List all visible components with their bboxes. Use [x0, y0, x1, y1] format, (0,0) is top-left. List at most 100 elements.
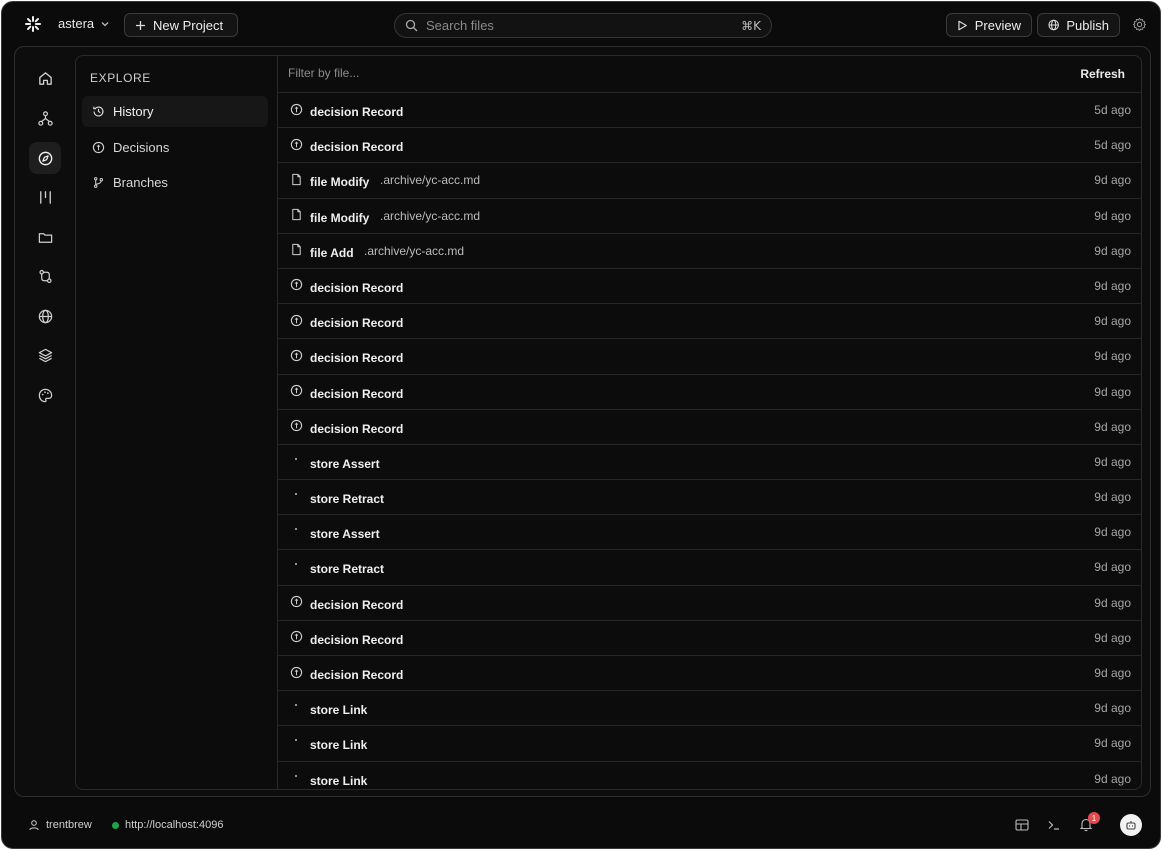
event-time: 9d ago	[1094, 736, 1131, 751]
event-time: 5d ago	[1094, 138, 1131, 153]
decision-icon	[289, 102, 303, 116]
nav-item-branches[interactable]: Branches	[82, 167, 268, 198]
history-row[interactable]: decision Record 9d ago	[278, 339, 1141, 375]
refresh-button[interactable]: Refresh	[1080, 67, 1125, 81]
assistant-button[interactable]	[1120, 814, 1142, 836]
play-icon	[958, 20, 967, 30]
file-icon	[289, 243, 303, 257]
explore-title: EXPLORE	[90, 71, 151, 85]
event-time: 9d ago	[1094, 243, 1131, 258]
event-time: 9d ago	[1094, 701, 1131, 716]
event-time: 9d ago	[1094, 490, 1131, 505]
project-switcher[interactable]: astera	[58, 16, 110, 31]
decision-icon	[289, 348, 303, 362]
search-input[interactable]	[426, 18, 734, 33]
dot-icon	[289, 771, 303, 785]
rail-git[interactable]	[29, 260, 61, 292]
rail-columns[interactable]	[29, 181, 61, 213]
new-project-button[interactable]: New Project	[124, 13, 238, 37]
history-row[interactable]: store Assert 9d ago	[278, 515, 1141, 551]
history-row[interactable]: decision Record 9d ago	[278, 410, 1141, 445]
new-project-label: New Project	[153, 17, 224, 33]
history-row[interactable]: store Retract 9d ago	[278, 550, 1141, 586]
gear-icon[interactable]	[1132, 17, 1147, 32]
history-row[interactable]: store Link 9d ago	[278, 726, 1141, 762]
decision-icon	[92, 141, 105, 154]
event-kind: decision Record	[310, 668, 404, 682]
history-row[interactable]: store Assert 9d ago	[278, 445, 1141, 481]
username: trentbrew	[46, 819, 92, 831]
history-row[interactable]: file Modify .archive/yc-acc.md 9d ago	[278, 199, 1141, 234]
app-logo-icon[interactable]	[24, 15, 42, 33]
plus-icon	[136, 20, 145, 30]
history-row[interactable]: decision Record 9d ago	[278, 656, 1141, 692]
decision-icon	[289, 419, 303, 433]
decision-icon	[289, 630, 303, 644]
file-icon	[289, 172, 303, 186]
file-filter-input[interactable]	[288, 66, 688, 80]
rail-home[interactable]	[29, 62, 61, 94]
event-kind: decision Record	[310, 597, 404, 612]
server-status-dot	[112, 821, 119, 829]
decision-icon	[289, 137, 303, 151]
terminal-icon[interactable]	[1046, 817, 1062, 833]
history-panel: Refresh decision Record5d agodecision Re…	[277, 55, 1142, 790]
history-row[interactable]: decision Record 9d ago	[278, 269, 1141, 305]
explore-sidebar: EXPLORE History Decisions Branches	[75, 55, 277, 790]
history-row[interactable]: decision Record 9d ago	[278, 586, 1141, 621]
history-row[interactable]: decision Record 9d ago	[278, 375, 1141, 410]
history-row[interactable]: store Link 9d ago	[278, 762, 1141, 789]
nav-item-label: History	[113, 104, 154, 119]
event-kind: decision Record	[310, 421, 404, 436]
decision-icon	[289, 313, 303, 327]
dot-icon	[289, 735, 303, 749]
chevron-down-icon	[101, 21, 109, 26]
history-row[interactable]: store Retract 9d ago	[278, 480, 1141, 516]
nav-item-label: Branches	[113, 175, 168, 190]
rail-web[interactable]	[29, 300, 61, 332]
event-time: 9d ago	[1094, 384, 1131, 399]
nav-item-history[interactable]: History	[82, 96, 268, 127]
history-row[interactable]: decision Record 9d ago	[278, 621, 1141, 656]
event-time: 9d ago	[1094, 525, 1131, 540]
file-icon	[289, 208, 303, 222]
event-kind: store Retract	[310, 562, 385, 577]
git-compare-icon	[38, 269, 52, 283]
palette-icon	[38, 388, 52, 402]
dot-icon	[289, 700, 303, 714]
preview-label: Preview	[974, 17, 1021, 33]
history-row[interactable]: file Modify .archive/yc-acc.md 9d ago	[278, 163, 1141, 199]
folder-icon	[38, 232, 52, 243]
history-row[interactable]: decision Record 5d ago	[278, 128, 1141, 164]
search-bar[interactable]: ⌘K	[394, 13, 772, 38]
layout-panel-icon[interactable]	[1014, 817, 1030, 833]
preview-button[interactable]: Preview	[946, 13, 1032, 37]
event-time: 9d ago	[1094, 630, 1131, 645]
history-row[interactable]: file Add .archive/yc-acc.md 9d ago	[278, 234, 1141, 269]
notifications-button[interactable]: 1	[1078, 812, 1100, 834]
history-row[interactable]: store Link 9d ago	[278, 691, 1141, 727]
rail-layers[interactable]	[29, 339, 61, 371]
file-path: .archive/yc-acc.md	[380, 208, 481, 223]
event-kind: decision Record	[310, 316, 404, 331]
server-indicator[interactable]: http://localhost:4096	[112, 819, 223, 831]
history-row[interactable]: decision Record 5d ago	[278, 93, 1141, 129]
user-indicator[interactable]: trentbrew	[28, 819, 92, 831]
event-kind: store Assert	[310, 456, 380, 471]
publish-button[interactable]: Publish	[1037, 13, 1120, 37]
event-time: 9d ago	[1094, 454, 1131, 469]
rail-theme[interactable]	[29, 379, 61, 411]
event-time: 9d ago	[1094, 349, 1131, 364]
globe-icon	[1048, 19, 1059, 31]
event-kind: decision Record	[310, 105, 404, 119]
rail-explore[interactable]	[29, 142, 61, 174]
rail-graph[interactable]	[29, 102, 61, 134]
rail-files[interactable]	[29, 221, 61, 253]
nav-item-decisions[interactable]: Decisions	[82, 132, 268, 163]
history-row[interactable]: decision Record 9d ago	[278, 304, 1141, 340]
branch-icon	[93, 177, 104, 188]
user-icon	[29, 820, 39, 831]
event-kind: file Modify	[310, 175, 370, 190]
history-list: decision Record 5d ago decision Record 5d a…	[278, 93, 1141, 789]
decision-icon	[289, 384, 303, 398]
